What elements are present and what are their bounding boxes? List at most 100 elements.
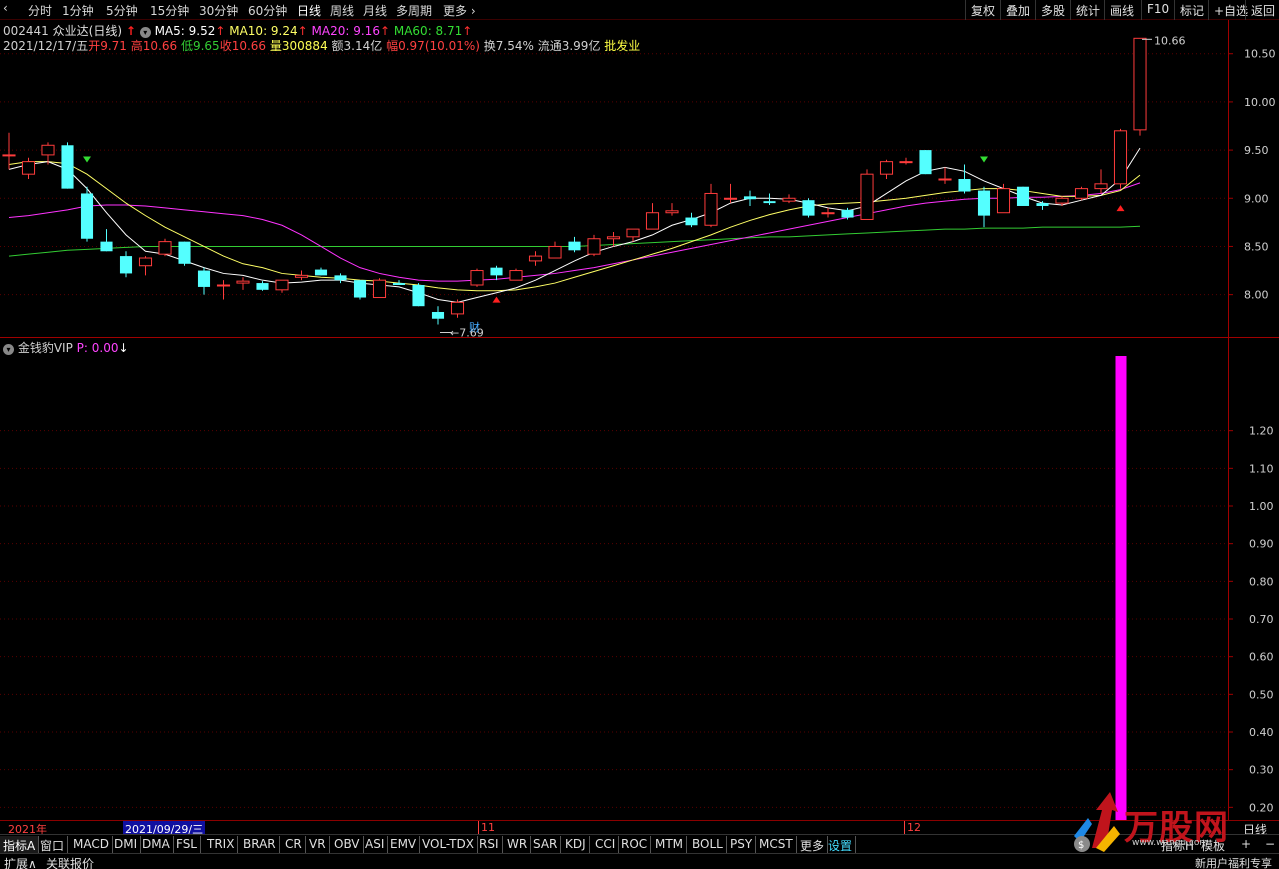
down-arrow-icon: ↓ [118,341,129,355]
indicator-axis-label-10: 0.20 [1249,801,1274,814]
indicator-tab-3[interactable]: DMI [111,836,142,853]
period-tab-7[interactable]: 周线 [330,2,354,19]
toolbar-button-4[interactable]: 画线 [1104,0,1139,20]
month-11-label: 11 [478,821,495,834]
indicator-bar [1115,356,1127,820]
indicator-tab-6[interactable]: TRIX [204,836,239,853]
price-axis-label-5: 8.00 [1244,289,1269,302]
candle-body [61,145,74,189]
indicator-tab-18[interactable]: CCI [592,836,620,853]
indicator-tab-5[interactable]: FSL [173,836,201,853]
candle-body [704,192,718,226]
indicator-name: 金钱豹VIP [17,341,73,355]
toolbar-button-2[interactable]: 多股 [1035,0,1070,20]
candle-body [236,280,250,284]
indicator-tab-19[interactable]: ROC [618,836,652,853]
buy-down-arrow-icon [980,156,988,163]
indicator-tab-8[interactable]: CR [282,836,306,853]
candle-body [100,241,113,252]
toolbar-button-8[interactable]: 返回 [1245,0,1279,20]
candle-body [431,311,445,319]
candle-body [626,228,640,238]
candle-body [763,201,776,204]
candle-body [1055,197,1069,204]
indicator-axis-label-5: 0.70 [1249,613,1274,626]
toolbar-button-0[interactable]: 复权 [965,0,1000,20]
candle-body [587,238,601,255]
candle-body [509,270,523,281]
indicator-tab-7[interactable]: BRAR [240,836,280,853]
indicator-tab-9[interactable]: VR [306,836,330,853]
candle-body [216,284,231,287]
candle-body [275,279,289,291]
indicator-tab-10[interactable]: OBV [331,836,364,853]
ma5-line [8,147,1141,303]
candle-body [528,255,543,262]
period-tab-5[interactable]: 60分钟 [248,2,287,19]
candle-body [938,178,952,181]
candle-body [138,257,153,267]
indicator-tab-15[interactable]: WR [504,836,532,853]
period-tab-1[interactable]: 1分钟 [62,2,94,19]
indicator-tab-4[interactable]: DMA [139,836,174,853]
period-tab-8[interactable]: 月线 [363,2,387,19]
period-tab-2[interactable]: 5分钟 [106,2,138,19]
period-tab-9[interactable]: 多周期 [396,2,432,19]
candle-body [665,210,679,214]
indicator-tab-12[interactable]: EMV [387,836,421,853]
expand-button[interactable]: 扩展∧ [4,855,37,869]
indicator-tab-17[interactable]: KDJ [562,836,590,853]
toolbar-button-1[interactable]: 叠加 [1000,0,1035,20]
indicator-dropdown-icon[interactable]: ▾ [3,344,14,355]
indicator-tab-22[interactable]: PSY [727,836,757,853]
candle-body [1094,183,1108,190]
indicator-tab-21[interactable]: BOLL [689,836,727,853]
candle-body [958,179,971,192]
indicator-tab-2[interactable]: MACD [70,836,113,853]
indicator-tab-23[interactable]: MCST [756,836,797,853]
toolbar-button-5[interactable]: F10 [1141,0,1174,20]
candle-body [41,144,55,156]
indicator-tab-0[interactable]: 指标A [0,836,40,853]
indicator-tab-11[interactable]: ASI [362,836,389,853]
candle-body [1036,203,1049,206]
candle-body [782,197,796,202]
indicator-tab-25[interactable]: 设置 [825,836,857,853]
period-tab-0[interactable]: 分时 [28,2,52,19]
price-axis-label-0: 10.50 [1244,48,1276,61]
indicator-chart[interactable]: 1.20 1.10 1.00 0.90 0.80 0.70 0.60 0.50 0.40 0.30… [0,338,1279,820]
candle-body [743,196,757,200]
back-arrow-icon[interactable]: ‹ [3,1,8,15]
indicator-tab-16[interactable]: SAR [530,836,562,853]
indicator-tab-20[interactable]: MTM [652,836,688,853]
promo-link[interactable]: 新用户福利专享 [1195,855,1272,869]
indicator-tab-24[interactable]: 更多 [797,836,829,853]
candle-body [197,270,211,287]
period-tab-3[interactable]: 15分钟 [150,2,189,19]
period-tab-4[interactable]: 30分钟 [199,2,238,19]
related-quote-button[interactable]: 关联报价 [46,855,94,869]
period-tab-6[interactable]: 日线 [297,2,321,19]
toolbar-button-6[interactable]: 标记 [1174,0,1209,20]
candle-body [256,283,269,290]
indicator-tab-14[interactable]: RSI [476,836,503,853]
candle-body [412,285,425,307]
price-chart[interactable]: 10.5010.009.509.008.508.0010.66←7.69财 [0,20,1279,338]
cai-marker: 财 [469,320,480,334]
indicator-tab-1[interactable]: 窗口 [37,836,69,853]
indicator-tab-13[interactable]: VOL-TDX [419,836,478,853]
candle-body [158,241,172,255]
candle-body [899,161,913,164]
candle-body [685,217,698,226]
indicator-axis-label-7: 0.50 [1249,688,1274,701]
price-axis-label-4: 8.50 [1244,240,1269,253]
price-axis-label-3: 9.00 [1244,192,1269,205]
tab-right-3[interactable]: − [1262,836,1278,853]
candle-body [860,173,874,220]
candle-body [1133,37,1147,131]
toolbar-button-3[interactable]: 统计 [1070,0,1105,20]
period-toolbar: 分时 1分钟 5分钟 15分钟 30分钟 60分钟 日线 周线 月线 多周期 更多 › ‹ 复权 叠加 多股… [0,0,1279,20]
period-tab-10[interactable]: 更多 › [443,2,476,19]
indicator-axis-label-8: 0.40 [1249,726,1274,739]
candle-body [353,280,367,298]
